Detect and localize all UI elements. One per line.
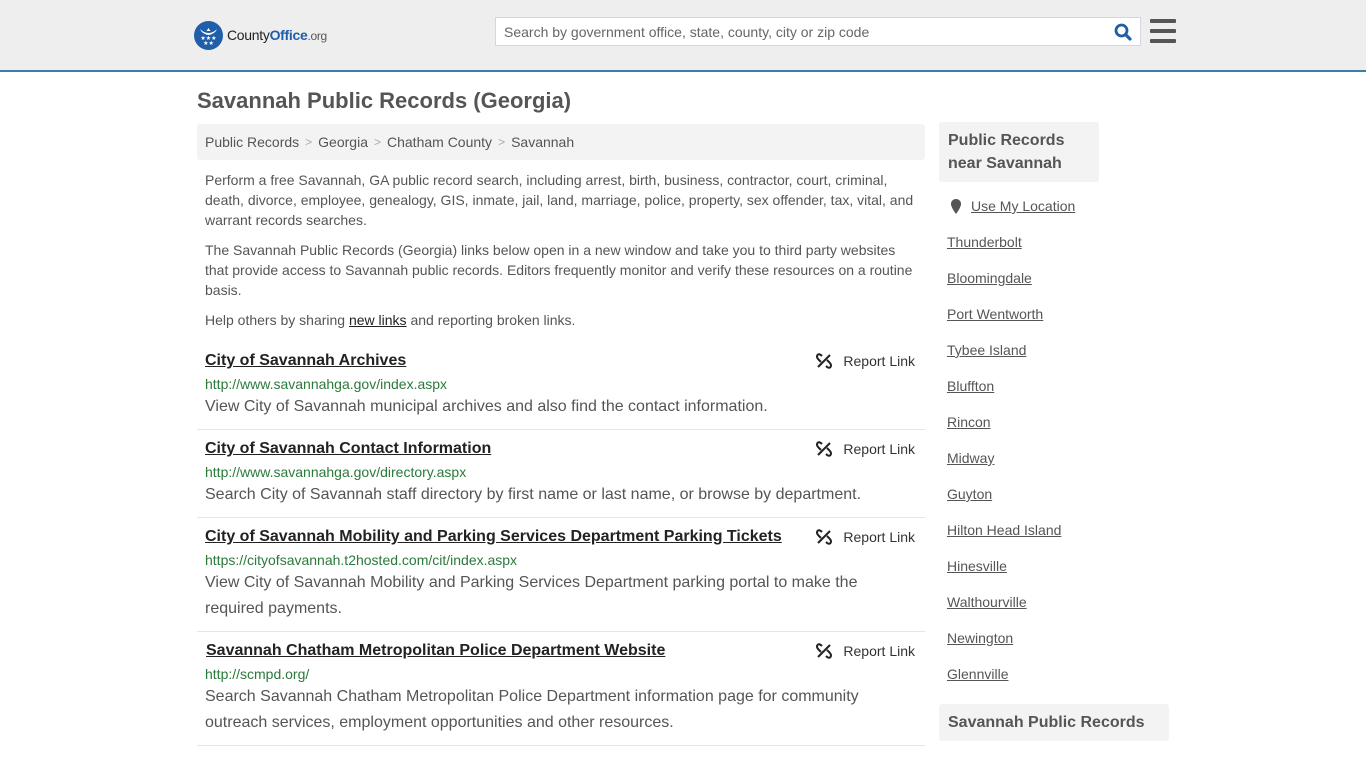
report-link-button[interactable]: Report Link	[815, 642, 915, 660]
search-icon	[1114, 23, 1132, 41]
report-link-button[interactable]: Report Link	[815, 528, 915, 546]
sidebar-item-port-wentworth: Port Wentworth	[947, 306, 1044, 322]
sidebar: Public Records near Savannah Use My Loca…	[939, 122, 1169, 741]
use-my-location: Use My Location	[947, 198, 1161, 234]
sidebar-item-newington: Newington	[947, 630, 1014, 646]
breadcrumb-chatham-county[interactable]: Chatham County	[387, 134, 492, 150]
page-title: Savannah Public Records (Georgia)	[197, 88, 572, 113]
breadcrumb-separator-icon: >	[305, 135, 313, 149]
map-pin-icon	[951, 199, 961, 214]
new-links-link[interactable]: new links	[349, 312, 407, 328]
svg-text:★★: ★★	[203, 40, 214, 45]
sidebar-heading: Public Records near Savannah	[939, 122, 1099, 182]
site-header: ★★★ ★★ CountyOffice.org	[0, 0, 1366, 72]
help-text: Help others by sharing new links and rep…	[205, 312, 576, 328]
sidebar-item-bluffton: Bluffton	[947, 378, 995, 394]
intro-paragraph: The Savannah Public Records (Georgia) li…	[205, 242, 913, 298]
record-url: http://www.savannahga.gov/index.aspx	[205, 376, 448, 392]
broken-link-icon	[816, 529, 833, 545]
site-logo[interactable]: ★★★ ★★ CountyOffice.org	[194, 20, 327, 50]
sidebar-item-midway: Midway	[947, 450, 995, 466]
broken-link-icon	[816, 441, 833, 457]
logo-text: CountyOffice.org	[227, 27, 327, 43]
hamburger-menu-icon[interactable]	[1150, 19, 1176, 43]
breadcrumb-separator-icon: >	[498, 135, 506, 149]
breadcrumb-public-records[interactable]: Public Records	[205, 134, 299, 150]
record-description: View City of Savannah municipal archives…	[205, 398, 768, 415]
breadcrumb-separator-icon: >	[373, 135, 381, 149]
use-my-location-link[interactable]: Use My Location	[971, 198, 1075, 214]
search-input[interactable]	[496, 18, 1106, 45]
nearby-places-list: Use My Location Thunderbolt Bloomingdale…	[939, 182, 1169, 702]
sidebar-item-bloomingdale: Bloomingdale	[947, 270, 1032, 286]
report-link-button[interactable]: Report Link	[815, 440, 915, 458]
record-item: City of Savannah Archives Report Link ht…	[197, 340, 925, 430]
sidebar-item-hinesville: Hinesville	[947, 558, 1007, 574]
broken-link-icon	[816, 353, 833, 369]
record-title-link[interactable]: Savannah Chatham Metropolitan Police Dep…	[206, 640, 665, 662]
sidebar-item-thunderbolt: Thunderbolt	[947, 234, 1022, 250]
record-item: Savannah Chatham Metropolitan Police Dep…	[197, 632, 925, 746]
search-button[interactable]	[1106, 18, 1140, 45]
record-url: http://www.savannahga.gov/directory.aspx	[205, 464, 467, 480]
record-url: http://scmpd.org/	[205, 666, 310, 682]
intro: Perform a free Savannah, GA public recor…	[197, 170, 925, 330]
record-description: Search City of Savannah staff directory …	[205, 486, 862, 503]
record-title-link[interactable]: City of Savannah Archives	[205, 350, 406, 372]
record-description: Search Savannah Chatham Metropolitan Pol…	[205, 688, 859, 731]
record-item: City of Savannah Mobility and Parking Se…	[197, 518, 925, 632]
sidebar-item-rincon: Rincon	[947, 414, 991, 430]
report-link-button[interactable]: Report Link	[815, 352, 915, 370]
sidebar-item-walthourville: Walthourville	[947, 594, 1027, 610]
eagle-stars-logo-icon: ★★★ ★★	[194, 20, 223, 50]
breadcrumb-georgia[interactable]: Georgia	[318, 134, 368, 150]
intro-paragraph: Perform a free Savannah, GA public recor…	[205, 172, 914, 228]
broken-link-icon	[816, 643, 833, 659]
record-url: https://cityofsavannah.t2hosted.com/cit/…	[205, 552, 518, 568]
breadcrumb-savannah[interactable]: Savannah	[511, 134, 574, 150]
search-bar	[495, 17, 1141, 46]
breadcrumb: Public Records > Georgia > Chatham Count…	[197, 124, 925, 160]
main-content: Perform a free Savannah, GA public recor…	[197, 170, 925, 746]
sidebar-item-guyton: Guyton	[947, 486, 993, 502]
sidebar-heading-savannah-public-records: Savannah Public Records	[939, 704, 1169, 741]
record-title-link[interactable]: City of Savannah Contact Information	[205, 438, 491, 460]
record-description: View City of Savannah Mobility and Parki…	[205, 574, 858, 617]
record-title-link[interactable]: City of Savannah Mobility and Parking Se…	[205, 526, 782, 548]
record-item: City of Savannah Contact Information Rep…	[197, 430, 925, 518]
sidebar-item-hilton-head-island: Hilton Head Island	[947, 522, 1062, 538]
sidebar-item-tybee-island: Tybee Island	[947, 342, 1027, 358]
sidebar-item-glennville: Glennville	[947, 666, 1009, 682]
